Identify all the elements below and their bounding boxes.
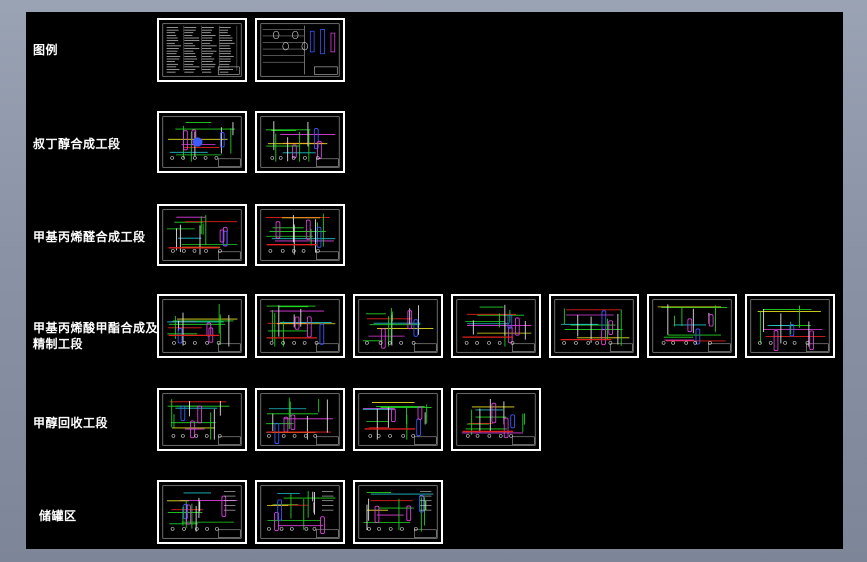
pid-diagram xyxy=(260,209,340,261)
drawing-sheet-thumbnail[interactable] xyxy=(157,480,247,544)
pid-diagram xyxy=(260,393,340,446)
row-label-tba-synthesis: 叔丁醇合成工段 xyxy=(33,137,121,151)
pid-diagram xyxy=(260,299,340,353)
pid-diagram xyxy=(162,299,242,353)
drawing-sheet-thumbnail[interactable] xyxy=(255,388,345,451)
row-label-tank-farm: 储罐区 xyxy=(39,509,77,523)
pid-diagram xyxy=(358,393,438,446)
pid-diagram xyxy=(162,393,242,446)
row-label-methanol-recovery: 甲醇回收工段 xyxy=(33,416,109,430)
drawing-sheet-thumbnail[interactable] xyxy=(647,294,737,358)
drawing-sheet-thumbnail[interactable] xyxy=(255,480,345,544)
drawing-sheet-thumbnail[interactable] xyxy=(353,294,443,358)
row-label-legend: 图例 xyxy=(33,43,59,57)
pid-diagram xyxy=(358,485,438,539)
pid-diagram xyxy=(554,299,634,353)
drawing-sheet-thumbnail[interactable] xyxy=(353,388,443,451)
drawing-sheet-thumbnail[interactable] xyxy=(451,294,541,358)
drawing-sheet-thumbnail[interactable] xyxy=(157,388,247,451)
drawing-sheet-thumbnail[interactable] xyxy=(157,18,247,82)
pid-diagram xyxy=(260,485,340,539)
drawing-sheet-thumbnail[interactable] xyxy=(549,294,639,358)
pid-diagram xyxy=(652,299,732,353)
pid-diagram xyxy=(260,23,340,77)
row-label-mma-synthesis: 甲基丙烯酸甲酯合成及精制工段 xyxy=(33,321,159,351)
drawing-sheet-thumbnail[interactable] xyxy=(255,111,345,173)
pid-diagram xyxy=(456,299,536,353)
pid-diagram xyxy=(162,23,242,77)
pid-diagram xyxy=(750,299,830,353)
pid-diagram xyxy=(358,299,438,353)
drawing-sheet-thumbnail[interactable] xyxy=(255,204,345,266)
drawing-sheet-thumbnail[interactable] xyxy=(255,18,345,82)
drawing-sheet-thumbnail[interactable] xyxy=(451,388,541,451)
drawing-canvas[interactable]: 图例 叔丁醇合成工段 甲基丙烯醛合成工段 甲基丙烯酸甲酯合成及精制工段 甲醇回收… xyxy=(26,12,843,549)
pid-diagram xyxy=(456,393,536,446)
drawing-sheet-thumbnail[interactable] xyxy=(353,480,443,544)
drawing-sheet-thumbnail[interactable] xyxy=(255,294,345,358)
drawing-sheet-thumbnail[interactable] xyxy=(157,111,247,173)
row-label-methacrolein-synthesis: 甲基丙烯醛合成工段 xyxy=(33,230,146,244)
drawing-sheet-thumbnail[interactable] xyxy=(157,204,247,266)
drawing-sheet-thumbnail[interactable] xyxy=(745,294,835,358)
pid-diagram xyxy=(260,116,340,168)
pid-diagram xyxy=(162,116,242,168)
pid-diagram xyxy=(162,485,242,539)
drawing-sheet-thumbnail[interactable] xyxy=(157,294,247,358)
pid-diagram xyxy=(162,209,242,261)
